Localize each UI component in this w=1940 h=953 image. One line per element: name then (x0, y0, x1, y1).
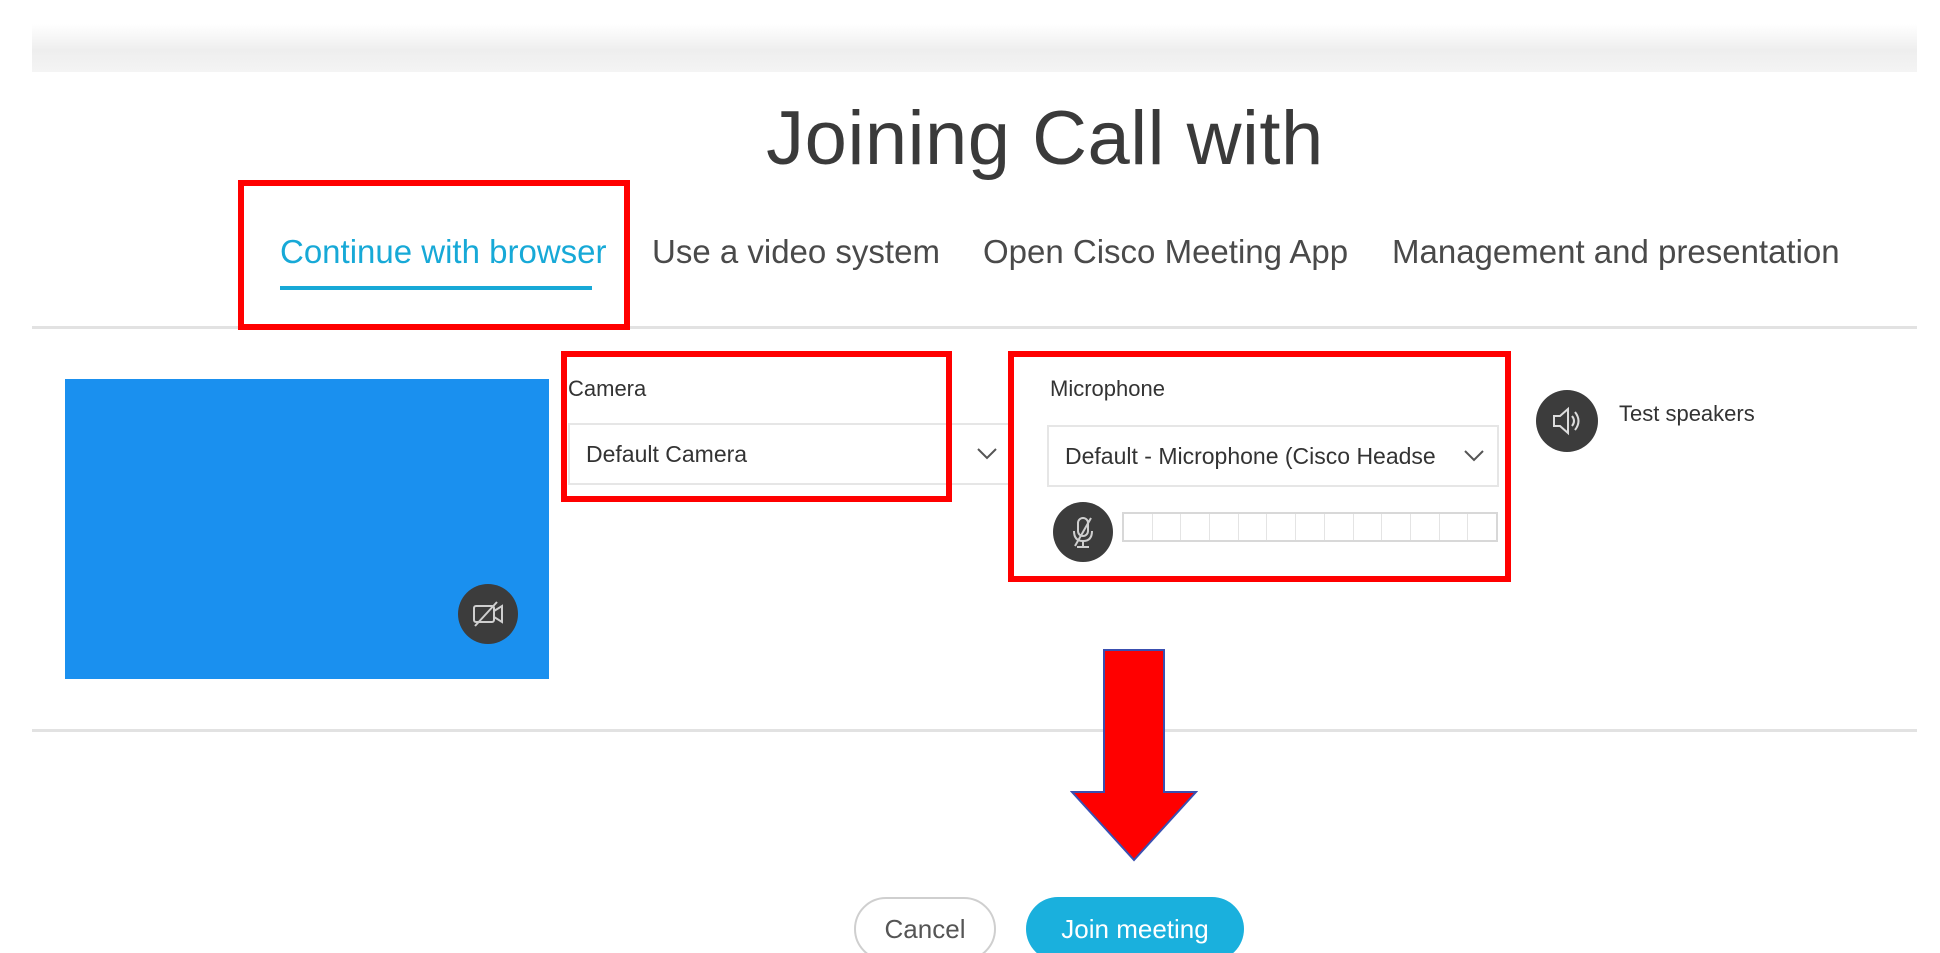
microphone-label: Microphone (1050, 376, 1165, 401)
camera-label: Camera (568, 376, 647, 401)
microphone-select[interactable]: Default - Microphone (Cisco Headse (1047, 425, 1499, 487)
microphone-mute-button[interactable] (1053, 502, 1113, 562)
top-bar (32, 24, 1917, 72)
microphone-muted-icon (1073, 517, 1093, 548)
camera-toggle-button[interactable] (458, 584, 518, 644)
join-meeting-button[interactable]: Join meeting (1026, 897, 1244, 953)
chevron-down-icon (1464, 450, 1484, 462)
camera-select[interactable]: Default Camera (568, 423, 1010, 485)
tabs-divider (32, 326, 1917, 329)
camera-select-value: Default Camera (586, 440, 748, 467)
chevron-down-icon (977, 448, 997, 460)
tab-open-cisco-meeting-app[interactable]: Open Cisco Meeting App (983, 230, 1348, 274)
controls-divider (32, 729, 1917, 732)
microphone-select-value: Default - Microphone (Cisco Headse (1065, 442, 1436, 469)
microphone-level-meter (1122, 512, 1498, 542)
page-title: Joining Call with (766, 96, 1324, 181)
join-call-dialog: Joining Call with Continue with browser … (0, 0, 1940, 953)
speaker-icon (1553, 406, 1580, 436)
camera-off-icon (473, 601, 503, 627)
annotation-arrow-down-icon (1070, 649, 1198, 862)
tab-continue-with-browser[interactable]: Continue with browser (280, 230, 607, 274)
test-speakers-label[interactable]: Test speakers (1619, 401, 1755, 427)
active-tab-underline (280, 286, 592, 290)
tab-management-and-presentation[interactable]: Management and presentation (1392, 230, 1840, 274)
test-speakers-button[interactable] (1536, 390, 1598, 452)
tab-use-a-video-system[interactable]: Use a video system (652, 230, 940, 274)
cancel-button[interactable]: Cancel (854, 897, 996, 953)
